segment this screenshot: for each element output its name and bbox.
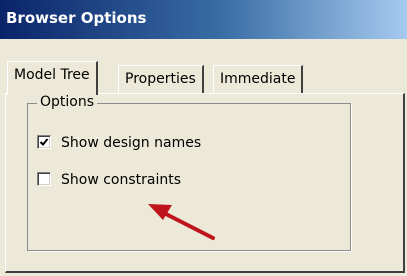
show-constraints-label[interactable]: Show constraints [61,170,181,190]
show-design-names-label[interactable]: Show design names [61,133,201,153]
options-groupbox: Options Show design names Show constrain… [27,94,351,251]
tab-panel-model-tree: Options Show design names Show constrain… [5,93,405,273]
window-title: Browser Options [6,9,147,27]
show-design-names-checkbox[interactable] [37,135,51,149]
options-group-legend: Options [37,94,98,110]
tab-model-tree[interactable]: Model Tree [7,61,98,95]
tab-immediate[interactable]: Immediate [213,65,304,93]
show-constraints-checkbox[interactable] [37,172,51,186]
tab-immediate-label: Immediate [220,71,296,87]
tab-model-tree-label: Model Tree [14,67,90,83]
checkmark-icon [39,138,49,146]
tab-properties[interactable]: Properties [118,65,204,93]
tab-properties-label: Properties [125,71,196,87]
title-bar[interactable]: Browser Options [0,0,407,39]
